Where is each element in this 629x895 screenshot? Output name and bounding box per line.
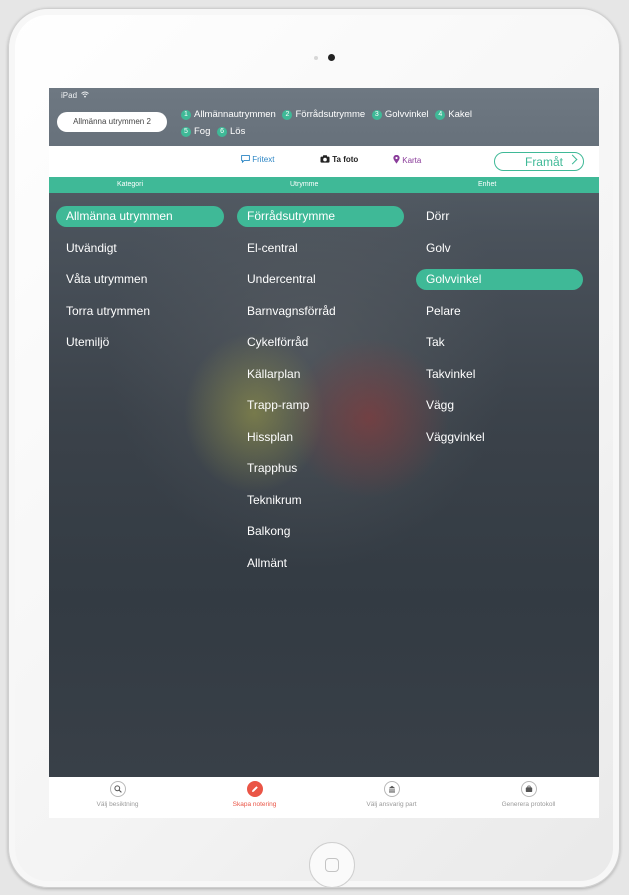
list-item[interactable]: Barnvagnsförråd	[237, 301, 404, 322]
fritext-label: Fritext	[252, 155, 275, 164]
list-item[interactable]: Dörr	[416, 206, 583, 227]
list-item[interactable]: Balkong	[237, 521, 404, 542]
header-enhet: Enhet	[478, 181, 497, 188]
list-item[interactable]: Allmänt	[237, 553, 404, 574]
list-item[interactable]: Pelare	[416, 301, 583, 322]
header: iPad Allmänna utrymmen 2 1 Allmännautrymm…	[49, 88, 599, 146]
header-kategori: Kategori	[117, 181, 144, 188]
briefcase-icon	[520, 781, 537, 797]
forward-button[interactable]: Framåt	[494, 152, 584, 171]
list-item[interactable]: Tak	[416, 332, 583, 353]
action-toolbar: Fritext Ta foto Karta Framåt	[49, 146, 599, 177]
list-item[interactable]: Allmänna utrymmen	[56, 206, 224, 227]
nav-label: Välj ansvarig part	[366, 801, 417, 808]
breadcrumb-step[interactable]: 6 Lös	[217, 123, 245, 140]
list-item[interactable]: Väggvinkel	[416, 427, 583, 448]
list-item[interactable]: Utemiljö	[56, 332, 224, 353]
take-photo-button[interactable]: Ta foto	[320, 155, 358, 164]
step-number: 6	[217, 127, 228, 137]
home-button-icon	[325, 858, 339, 872]
current-location-button[interactable]: Allmänna utrymmen 2	[57, 112, 167, 132]
list-item[interactable]: Utvändigt	[56, 238, 224, 259]
breadcrumb-step[interactable]: 4 Kakel	[435, 106, 472, 123]
breadcrumb-step[interactable]: 3 Golvvinkel	[371, 106, 429, 123]
list-item[interactable]: Trapphus	[237, 458, 404, 479]
status-bar: iPad	[61, 91, 90, 100]
nav-label: Skapa notering	[232, 801, 277, 808]
pencil-icon	[246, 781, 263, 797]
list-item[interactable]: Våta utrymmen	[56, 269, 224, 290]
take-photo-label: Ta foto	[332, 155, 359, 164]
list-item[interactable]: Hissplan	[237, 427, 404, 448]
nav-generera-protokoll[interactable]: Generera protokoll	[460, 777, 597, 808]
list-item[interactable]: Golv	[416, 238, 583, 259]
enhet-list: Dörr Golv Golvvinkel Pelare Tak Takvinkel Vägg…	[416, 206, 583, 458]
comment-icon	[241, 155, 250, 164]
step-label: Allmännautrymmen	[194, 109, 276, 120]
map-button[interactable]: Karta	[393, 154, 422, 165]
column-headers: Kategori Utrymme Enhet	[49, 177, 599, 193]
app-screen: iPad Allmänna utrymmen 2 1 Allmännautrymm…	[49, 88, 599, 818]
map-pin-icon	[393, 154, 400, 164]
breadcrumb-step[interactable]: 1 Allmännautrymmen	[181, 106, 276, 123]
kategori-list: Allmänna utrymmen Utvändigt Våta utrymmen T…	[56, 206, 224, 364]
step-label: Fog	[194, 126, 211, 137]
step-number: 2	[282, 110, 293, 120]
nav-skapa-notering[interactable]: Skapa notering	[186, 777, 323, 808]
list-item[interactable]: Trapp-ramp	[237, 395, 404, 416]
list-item[interactable]: Takvinkel	[416, 364, 583, 385]
step-number: 3	[371, 110, 382, 120]
home-button[interactable]	[309, 842, 355, 888]
map-label: Karta	[402, 156, 422, 165]
step-number: 1	[181, 110, 191, 120]
sensor-dot	[314, 56, 318, 60]
fritext-button[interactable]: Fritext	[241, 155, 274, 164]
step-label: Lös	[230, 126, 246, 137]
chevron-right-icon	[567, 154, 578, 165]
step-label: Kakel	[448, 109, 473, 120]
camera-icon	[328, 54, 335, 61]
list-item[interactable]: Torra utrymmen	[56, 301, 224, 322]
nav-valj-besiktning[interactable]: Välj besiktning	[49, 777, 186, 808]
search-icon	[109, 781, 126, 797]
list-item[interactable]: Vägg	[416, 395, 583, 416]
step-label: Golvvinkel	[384, 109, 429, 120]
list-item[interactable]: Förrådsutrymme	[237, 206, 404, 227]
step-label: Förrådsutrymme	[295, 109, 366, 120]
breadcrumb-step[interactable]: 2 Förrådsutrymme	[282, 106, 365, 123]
utrymme-list: Förrådsutrymme El-central Undercentral Barn…	[237, 206, 404, 584]
building-icon	[383, 781, 400, 797]
wifi-icon	[81, 91, 90, 98]
nav-valj-ansvarig-part[interactable]: Välj ansvarig part	[323, 777, 460, 808]
list-item[interactable]: El-central	[237, 238, 404, 259]
header-utrymme: Utrymme	[290, 181, 319, 188]
step-number: 4	[435, 110, 446, 120]
list-item[interactable]: Golvvinkel	[416, 269, 583, 290]
nav-label: Välj besiktning	[96, 801, 139, 808]
list-item[interactable]: Källarplan	[237, 364, 404, 385]
list-item[interactable]: Undercentral	[237, 269, 404, 290]
breadcrumb-steps: 1 Allmännautrymmen 2 Förrådsutrymme 3 Golvv…	[181, 106, 591, 140]
bottom-navigation: Välj besiktning Skapa notering Välj ansv…	[49, 777, 599, 818]
breadcrumb-step[interactable]: 5 Fog	[181, 123, 210, 140]
forward-label: Framåt	[524, 154, 563, 169]
device-label: iPad	[61, 91, 78, 100]
list-item[interactable]: Teknikrum	[237, 490, 404, 511]
nav-label: Generera protokoll	[501, 801, 556, 808]
step-number: 5	[181, 127, 191, 137]
camera-icon	[320, 155, 330, 163]
list-item[interactable]: Cykelförråd	[237, 332, 404, 353]
